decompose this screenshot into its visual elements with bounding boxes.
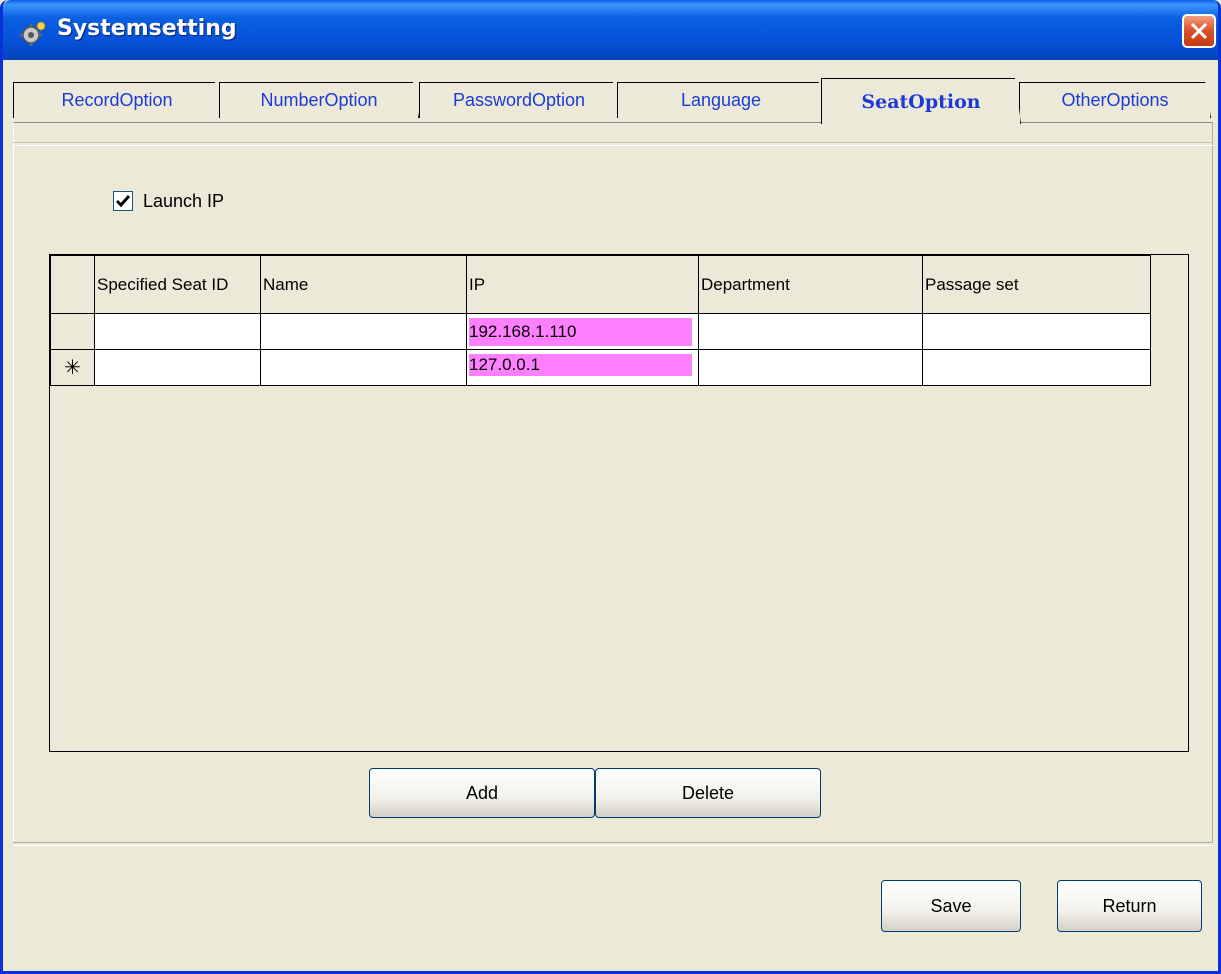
divider — [13, 142, 1213, 146]
tab-passwordoption[interactable]: PasswordOption — [419, 82, 619, 118]
delete-button[interactable]: Delete — [595, 768, 821, 818]
row-header-corner — [50, 255, 95, 314]
seat-grid[interactable]: Specified Seat ID Name IP Department Pas… — [49, 254, 1189, 752]
tab-numberoption[interactable]: NumberOption — [219, 82, 419, 118]
return-button[interactable]: Return — [1057, 880, 1202, 932]
column-header-name[interactable]: Name — [260, 255, 467, 314]
cell-name[interactable] — [260, 313, 467, 350]
column-header-passage-set[interactable]: Passage set — [922, 255, 1151, 314]
add-button[interactable]: Add — [369, 768, 595, 818]
column-header-department[interactable]: Department — [698, 255, 923, 314]
cell-name[interactable] — [260, 349, 467, 386]
close-button[interactable] — [1182, 14, 1216, 48]
cell-ip[interactable]: 127.0.0.1 — [469, 353, 692, 376]
launch-ip-checkbox[interactable] — [113, 191, 133, 211]
launch-ip-label: Launch IP — [143, 190, 225, 211]
column-header-ip[interactable]: IP — [466, 255, 699, 314]
save-button[interactable]: Save — [881, 880, 1021, 932]
systemsetting-window: Systemsetting RecordOption NumberOption … — [0, 0, 1221, 974]
close-icon — [1190, 22, 1208, 40]
header-row: Specified Seat ID Name IP Department Pas… — [50, 255, 1151, 314]
column-header-seat-id[interactable]: Specified Seat ID — [94, 255, 261, 314]
launch-ip-option[interactable]: Launch IP — [113, 188, 224, 214]
tab-recordoption[interactable]: RecordOption — [13, 82, 221, 118]
checkmark-icon — [115, 195, 131, 208]
cell-department[interactable] — [698, 313, 923, 350]
table-row[interactable]: 192.168.1.110 — [50, 313, 1151, 350]
window-title: Systemsetting — [57, 16, 237, 41]
cell-seat-id[interactable] — [94, 313, 261, 350]
cell-department[interactable] — [698, 349, 923, 386]
gear-icon — [20, 21, 46, 46]
seat-table: Specified Seat ID Name IP Department Pas… — [50, 255, 1151, 386]
new-row-marker[interactable]: ✳ — [50, 349, 95, 386]
row-selector[interactable] — [50, 313, 95, 350]
tab-language[interactable]: Language — [617, 82, 825, 118]
cell-seat-id[interactable] — [94, 349, 261, 386]
cell-ip[interactable]: 192.168.1.110 — [469, 317, 692, 346]
cell-ip-container[interactable]: 127.0.0.1 — [466, 349, 699, 386]
settings-tabs: RecordOption NumberOption PasswordOption… — [13, 78, 1213, 124]
cell-passage-set[interactable] — [922, 313, 1151, 350]
title-bar[interactable]: Systemsetting — [3, 0, 1218, 60]
cell-passage-set[interactable] — [922, 349, 1151, 386]
tab-seatoption[interactable]: SeatOption — [821, 78, 1021, 124]
table-row-new[interactable]: ✳ 127.0.0.1 — [50, 349, 1151, 386]
cell-ip-container[interactable]: 192.168.1.110 — [466, 313, 699, 350]
tab-otheroptions[interactable]: OtherOptions — [1019, 82, 1211, 118]
footer-divider — [13, 842, 1213, 846]
